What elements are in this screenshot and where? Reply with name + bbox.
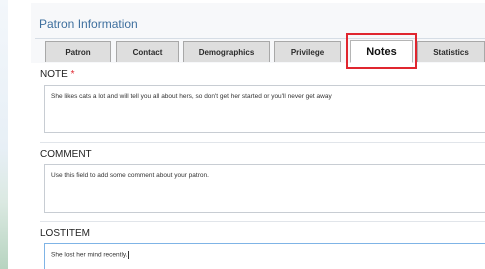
note-text: She likes cats a lot and will tell you a…	[51, 93, 332, 100]
lostitem-field[interactable]: She lost her mind recently.	[44, 243, 485, 269]
tab-statistics[interactable]: Statistics	[417, 41, 485, 62]
comment-field[interactable]: Use this field to add some comment about…	[44, 164, 485, 213]
note-field[interactable]: She likes cats a lot and will tell you a…	[44, 85, 485, 133]
note-label-text: NOTE	[40, 69, 68, 80]
lostitem-text: She lost her mind recently.	[51, 251, 128, 259]
window-edge	[0, 0, 8, 269]
comment-label: COMMENT	[40, 149, 92, 160]
tab-notes[interactable]: Notes	[350, 40, 413, 63]
note-label: NOTE *	[40, 69, 74, 80]
section-divider	[40, 221, 485, 222]
required-marker: *	[70, 69, 75, 80]
tab-demographics[interactable]: Demographics	[183, 41, 270, 62]
comment-text: Use this field to add some comment about…	[51, 172, 209, 179]
section-divider	[40, 142, 485, 143]
lostitem-label: LOSTITEM	[40, 228, 91, 239]
title-divider	[35, 38, 485, 39]
panel-title: Patron Information	[39, 17, 138, 31]
text-cursor	[128, 251, 130, 259]
tab-patron[interactable]: Patron	[45, 41, 111, 62]
tab-contact[interactable]: Contact	[116, 41, 179, 62]
tab-privilege[interactable]: Privilege	[274, 41, 341, 62]
